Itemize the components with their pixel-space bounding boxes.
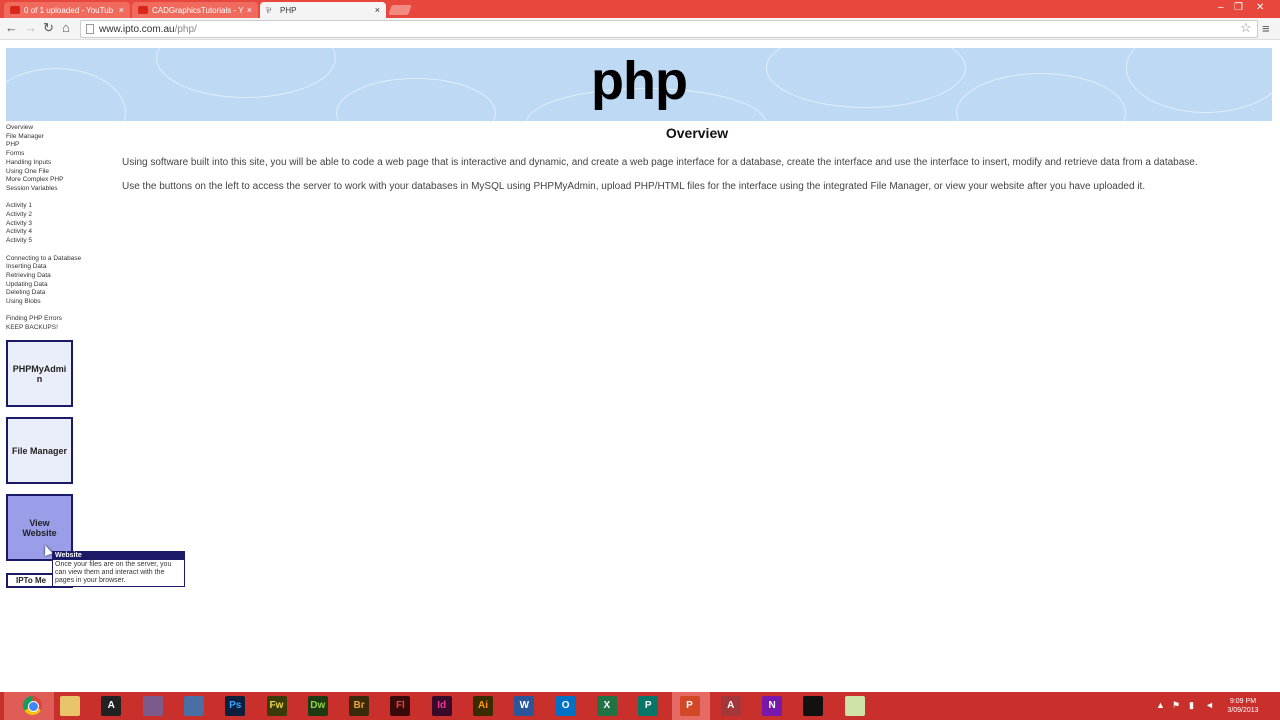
dreamweaver-icon[interactable]: Dw [307,696,328,716]
bookmark-star-icon[interactable]: ☆ [1240,20,1252,36]
banner-title: php [591,51,688,111]
tab-title: PHP [280,6,297,15]
sidebar-link-activity-4[interactable]: Activity 4 [6,228,106,237]
page-icon [86,24,94,34]
close-icon[interactable]: × [247,5,252,15]
tab-cadgraphics[interactable]: CADGraphicsTutorials - Y × [132,2,258,18]
network-icon[interactable]: ▮ [1189,700,1194,711]
youtube-icon [138,6,148,14]
publisher-icon[interactable]: P [638,696,659,716]
illustrator-icon[interactable]: Ai [473,696,493,716]
sidebar-link-file-manager[interactable]: File Manager [6,133,106,142]
website-tooltip: Website Once your files are on the serve… [52,551,185,587]
tooltip-title: Website [53,552,184,560]
instructions-paragraph: Use the buttons on the left to access th… [122,181,1146,192]
sidebar-link-activity-5[interactable]: Activity 5 [6,237,106,246]
page-favicon-icon: ⅌ [266,6,272,15]
fireworks-icon[interactable]: Fw [266,696,287,716]
photoshop-icon[interactable]: Ps [225,696,246,716]
button-label: IPTo Me [16,576,47,585]
3dsmax-icon[interactable] [142,696,163,716]
sidebar-link-connecting-database[interactable]: Connecting to a Database [6,255,106,264]
browser-tab-strip: 0 of 1 uploaded - YouTub × CADGraphicsTu… [0,0,1280,18]
flash-icon[interactable]: Fl [390,696,411,716]
sidebar-link-overview[interactable]: Overview [6,124,106,133]
sidebar-link-session-variables[interactable]: Session Variables [6,185,106,194]
tooltip-body: Once your files are on the server, you c… [55,561,172,584]
reload-icon[interactable]: ↻ [43,21,54,35]
new-tab-button[interactable] [388,5,412,15]
forward-arrow-icon[interactable]: → [24,21,37,35]
sidebar-link-deleting-data[interactable]: Deleting Data [6,289,106,298]
show-hidden-icons-icon[interactable]: ▲ [1156,700,1165,710]
sidebar-link-finding-errors[interactable]: Finding PHP Errors [6,315,106,324]
tab-php[interactable]: ⅌ PHP × [260,2,386,18]
sidebar-link-keep-backups[interactable]: KEEP BACKUPS! [6,324,106,333]
browser-toolbar: ← → ↻ ⌂ www.ipto.com.au/php/ [0,18,1280,40]
volume-icon[interactable]: ◄ [1205,700,1214,710]
button-label: PHPMyAdmin [12,363,67,384]
flag-icon[interactable]: ⚑ [1172,700,1180,711]
restore-icon[interactable]: ❐ [1234,2,1243,13]
intro-paragraph: Using software built into this site, you… [122,157,1198,168]
access-icon[interactable]: A [720,696,741,716]
indesign-icon[interactable]: Id [431,696,452,716]
sidebar-nav: Overview File Manager PHP Forms Handling… [6,124,106,333]
minimize-icon[interactable]: – [1218,2,1224,13]
page-title: Overview [665,125,729,141]
url-text: www.ipto.com.au/php/ [99,24,197,35]
word-icon[interactable]: W [514,696,535,716]
address-bar[interactable]: www.ipto.com.au/php/ [80,20,1258,38]
powerpoint-icon[interactable]: P [679,696,700,716]
chrome-taskbar-button[interactable] [4,692,54,720]
clock-time: 9:09 PM [1229,698,1257,705]
close-icon[interactable]: × [119,5,124,15]
onenote-icon[interactable]: N [762,696,783,716]
sidebar-link-activity-2[interactable]: Activity 2 [6,211,106,220]
sidebar-link-using-blobs[interactable]: Using Blobs [6,298,106,307]
window-close-icon[interactable]: ✕ [1256,2,1264,13]
autocad-icon[interactable]: A [101,696,122,716]
sidebar-link-updating-data[interactable]: Updating Data [6,281,106,290]
menu-icon[interactable]: ≡ [1262,21,1270,36]
excel-icon[interactable]: X [596,696,617,716]
notes-app-icon[interactable] [844,696,865,716]
sidebar-link-inserting-data[interactable]: Inserting Data [6,263,106,272]
sidebar-link-php[interactable]: PHP [6,141,106,150]
sidebar-link-using-one-file[interactable]: Using One File [6,168,106,177]
tab-title: CADGraphicsTutorials - Y [152,6,244,15]
windows-taskbar: A Ps Fw Dw Br Fl Id Ai W O X P P A N ▲ ⚑ ▮ ◄ [0,692,1280,720]
sidebar-link-forms[interactable]: Forms [6,150,106,159]
clock-date: 3/09/2013 [1227,707,1259,714]
button-label: File Manager [11,445,67,456]
youtube-icon [10,6,20,14]
sidebar-link-activity-1[interactable]: Activity 1 [6,202,106,211]
chrome-icon [23,696,42,715]
sidebar-link-activity-3[interactable]: Activity 3 [6,220,106,229]
image-app-icon[interactable] [183,696,204,716]
file-manager-button[interactable]: File Manager [6,417,73,484]
tab-youtube-upload[interactable]: 0 of 1 uploaded - YouTub × [4,2,130,18]
sidebar-link-handling-inputs[interactable]: Handling Inputs [6,159,106,168]
sidebar-link-retrieving-data[interactable]: Retrieving Data [6,272,106,281]
tab-title: 0 of 1 uploaded - YouTub [24,6,114,15]
sidebar-link-more-complex-php[interactable]: More Complex PHP [6,176,106,185]
phpmyadmin-button[interactable]: PHPMyAdmin [6,340,73,407]
system-clock[interactable]: 9:09 PM 3/09/2013 [1222,697,1264,715]
close-icon[interactable]: × [375,5,380,15]
cmd-icon[interactable] [803,696,824,716]
outlook-icon[interactable]: O [555,696,576,716]
button-label: View Website [22,517,57,538]
bridge-icon[interactable]: Br [349,696,370,716]
file-explorer-icon[interactable] [60,696,80,716]
home-icon[interactable]: ⌂ [62,21,70,35]
back-arrow-icon[interactable]: ← [5,21,18,35]
